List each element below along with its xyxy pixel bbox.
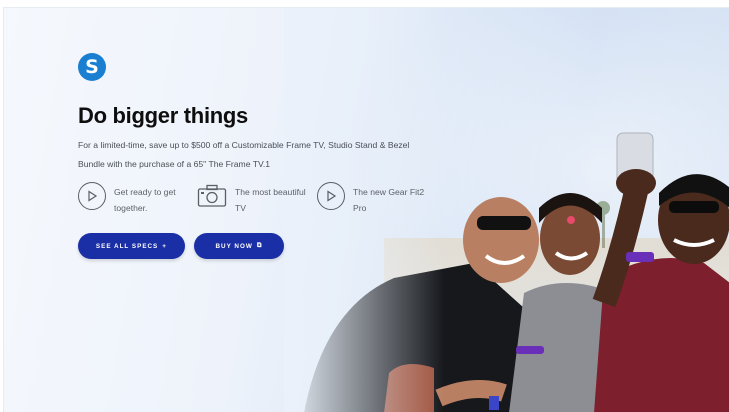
buy-now-button[interactable]: BUY NOW ⧉ (194, 233, 284, 259)
play-circle-icon (317, 182, 345, 210)
see-all-specs-button[interactable]: SEE ALL SPECS + (78, 233, 185, 259)
camera-icon (197, 182, 227, 210)
plus-icon: + (162, 242, 168, 250)
button-label: BUY NOW (215, 242, 253, 250)
promo-text: For a limited-time, save up to $500 off … (78, 140, 410, 169)
button-label: SEE ALL SPECS (95, 242, 159, 250)
external-link-icon: ⧉ (256, 242, 263, 249)
feature-gear-fit[interactable]: The new Gear Fit2 Pro (317, 182, 425, 216)
feature-get-together[interactable]: Get ready to get together. (78, 182, 186, 216)
person-right (592, 132, 729, 412)
feature-label: The new Gear Fit2 Pro (353, 187, 425, 213)
feature-beautiful-tv[interactable]: The most beautiful TV (197, 182, 307, 216)
page-title: Do bigger things (78, 103, 248, 128)
hero-banner: S Do bigger things For a limited-time, s… (3, 7, 729, 412)
feature-label: Get ready to get together. (114, 187, 176, 213)
play-circle-icon (78, 182, 106, 210)
brand-logo: S (78, 53, 106, 81)
feature-label: The most beautiful TV (235, 187, 306, 213)
